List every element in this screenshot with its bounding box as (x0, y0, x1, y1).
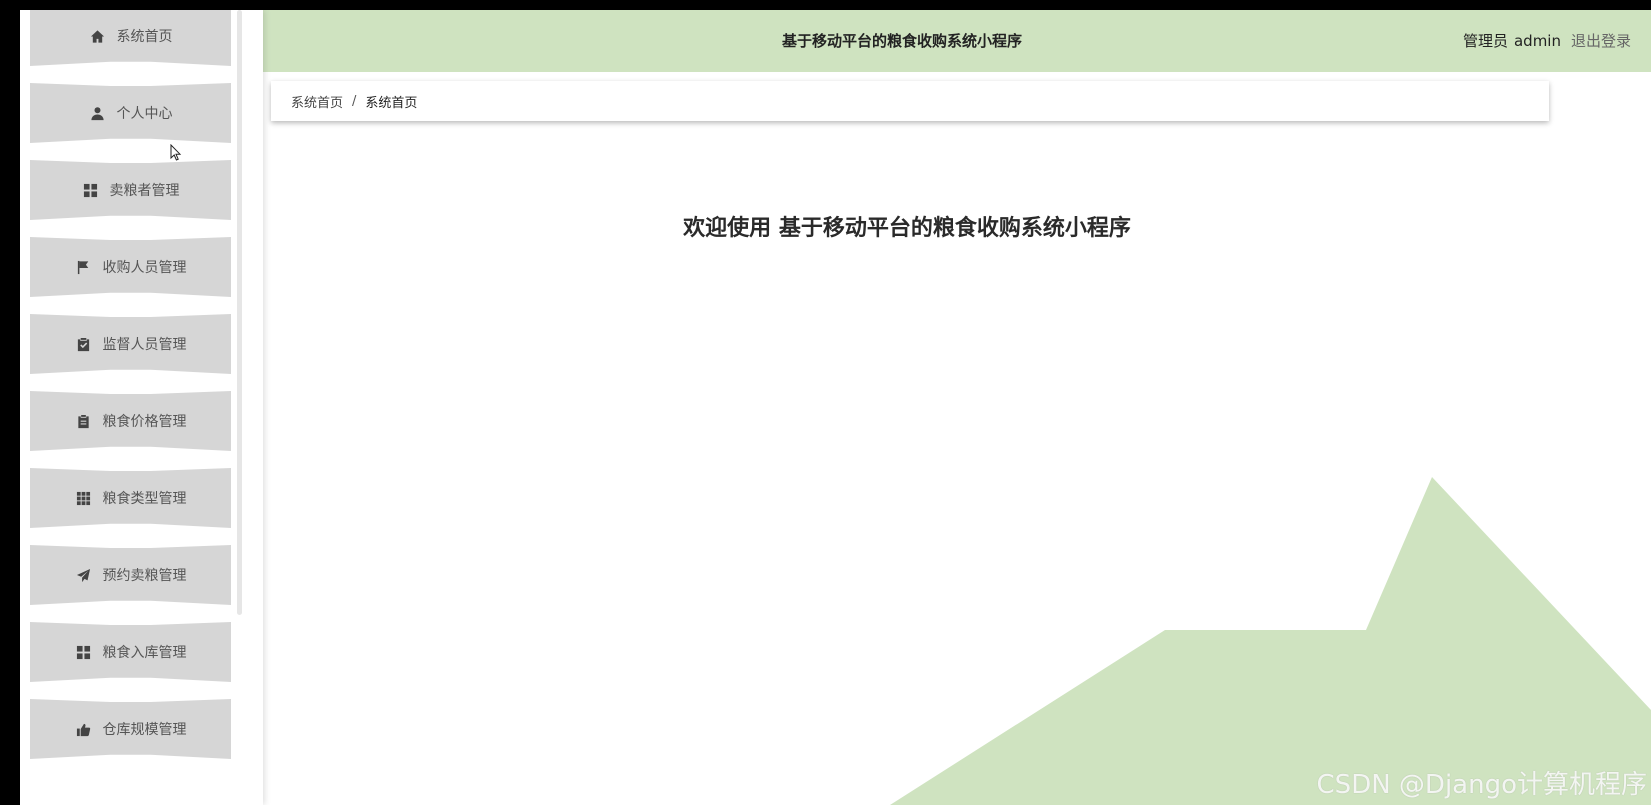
sidebar-item-purchaser-management[interactable]: 收购人员管理 (30, 237, 231, 297)
user-role: 管理员 (1462, 32, 1508, 50)
watermark: CSDN @Django计算机程序 (1316, 770, 1647, 800)
grid-icon (75, 643, 93, 661)
sidebar-item-label: 系统首页 (116, 29, 173, 45)
paper-plane-icon (75, 566, 93, 584)
username: admin (1513, 32, 1561, 50)
breadcrumb-root[interactable]: 系统首页 (291, 92, 343, 111)
thumbs-up-icon (75, 720, 93, 738)
sidebar-item-home[interactable]: 系统首页 (30, 10, 231, 66)
sidebar-item-label: 卖粮者管理 (109, 183, 180, 199)
sidebar-item-warehouse-scale-management[interactable]: 仓库规模管理 (30, 699, 231, 759)
sidebar-item-label: 粮食价格管理 (102, 414, 187, 430)
sidebar-item-label: 预约卖粮管理 (102, 568, 187, 584)
sidebar-item-seller-management[interactable]: 卖粮者管理 (30, 160, 231, 220)
top-header: 基于移动平台的粮食收购系统小程序 管理员 admin 退出登录 (243, 10, 1651, 72)
grid-9-icon (75, 489, 93, 507)
sidebar-item-label: 粮食类型管理 (102, 491, 187, 507)
app-title: 基于移动平台的粮食收购系统小程序 (781, 32, 1022, 50)
breadcrumb-separator: / (352, 93, 357, 109)
sidebar-item-personal-center[interactable]: 个人中心 (30, 83, 231, 143)
logout-link[interactable]: 退出登录 (1571, 32, 1631, 50)
home-icon (89, 27, 107, 45)
sidebar-item-reservation-management[interactable]: 预约卖粮管理 (30, 545, 231, 605)
grid-icon (82, 181, 100, 199)
sidebar-item-label: 监督人员管理 (102, 337, 187, 353)
sidebar-item-warehousing-management[interactable]: 粮食入库管理 (30, 622, 231, 682)
sidebar-item-label: 粮食入库管理 (102, 645, 187, 661)
app-window: 系统首页 个人中心 卖粮者管理 收购人员管理 监督人员管理 粮食价格管理 粮食类… (20, 10, 1651, 805)
mouse-cursor-icon (170, 144, 182, 161)
sidebar: 系统首页 个人中心 卖粮者管理 收购人员管理 监督人员管理 粮食价格管理 粮食类… (20, 10, 263, 805)
breadcrumb-current: 系统首页 (365, 95, 418, 111)
user-icon (89, 104, 107, 122)
sidebar-item-label: 个人中心 (116, 106, 173, 122)
sidebar-item-grain-price-management[interactable]: 粮食价格管理 (30, 391, 231, 451)
flag-icon (75, 258, 93, 276)
sidebar-scrollbar[interactable] (237, 10, 242, 615)
decorative-mountain-shape (890, 477, 1651, 805)
sidebar-item-label: 收购人员管理 (102, 260, 187, 276)
clipboard-icon (75, 412, 93, 430)
sidebar-item-label: 仓库规模管理 (102, 722, 187, 738)
user-info: 管理员 admin 退出登录 (1463, 10, 1631, 72)
breadcrumb: 系统首页 / 系统首页 (271, 81, 1549, 121)
sidebar-item-supervisor-management[interactable]: 监督人员管理 (30, 314, 231, 374)
clipboard-check-icon (75, 335, 93, 353)
sidebar-item-grain-type-management[interactable]: 粮食类型管理 (30, 468, 231, 528)
